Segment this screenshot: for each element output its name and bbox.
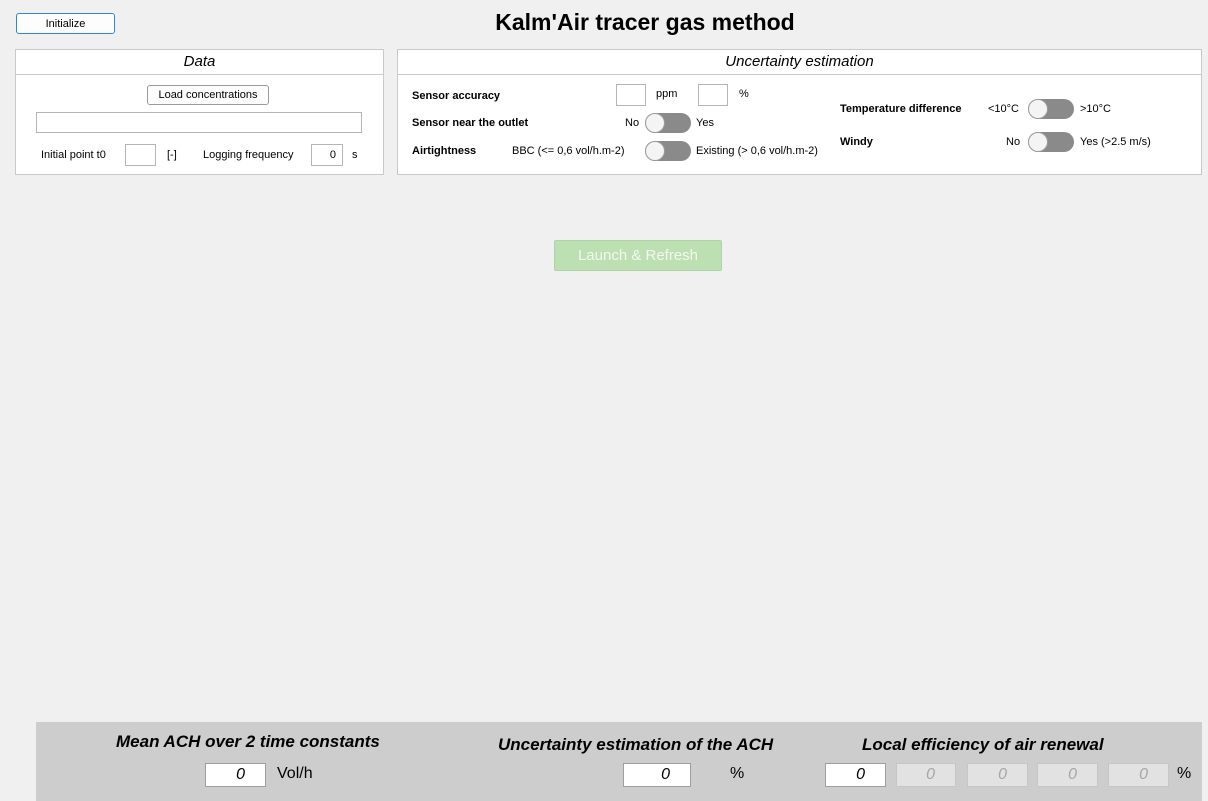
local-efficiency-value-2: 0: [896, 763, 956, 787]
logging-frequency-label: Logging frequency: [203, 149, 294, 161]
uncertainty-panel: Uncertainty estimation Sensor accuracy p…: [397, 49, 1202, 175]
local-efficiency-value-1: 0: [825, 763, 886, 787]
local-efficiency-title: Local efficiency of air renewal: [862, 735, 1104, 754]
uncertainty-ach-unit: %: [730, 765, 745, 782]
local-efficiency-unit: %: [1177, 765, 1192, 782]
airtightness-label: Airtightness: [412, 145, 477, 157]
initial-point-input[interactable]: [125, 144, 156, 166]
sensor-accuracy-ppm-input[interactable]: [616, 84, 646, 106]
logging-frequency-unit: s: [352, 149, 358, 161]
temperature-difference-label: Temperature difference: [840, 103, 962, 115]
airtightness-existing-label: Existing (> 0,6 vol/h.m-2): [696, 145, 818, 157]
sensor-outlet-no-label: No: [625, 117, 640, 129]
windy-no-label: No: [1006, 136, 1021, 148]
sensor-accuracy-label: Sensor accuracy: [412, 90, 501, 102]
local-efficiency-value-4: 0: [1037, 763, 1098, 787]
toggle-knob: [645, 113, 665, 133]
uncertainty-ach-value: 0: [623, 763, 691, 787]
sensor-outlet-yes-label: Yes: [696, 117, 714, 129]
mean-ach-title: Mean ACH over 2 time constants: [116, 732, 380, 751]
page-title: Kalm'Air tracer gas method: [495, 9, 795, 35]
temperature-difference-toggle[interactable]: [1028, 99, 1074, 119]
data-panel-title: Data: [16, 50, 383, 75]
sensor-accuracy-ppm-unit: ppm: [656, 88, 678, 100]
airtightness-toggle[interactable]: [645, 141, 691, 161]
toggle-knob: [1028, 132, 1048, 152]
windy-yes-label: Yes (>2.5 m/s): [1080, 136, 1151, 148]
temperature-low-label: <10°C: [988, 103, 1020, 115]
sensor-accuracy-percent-unit: %: [739, 88, 749, 100]
windy-toggle[interactable]: [1028, 132, 1074, 152]
mean-ach-unit: Vol/h: [277, 765, 313, 782]
toggle-knob: [1028, 99, 1048, 119]
uncertainty-ach-title: Uncertainty estimation of the ACH: [498, 735, 774, 754]
file-path-field[interactable]: [36, 112, 362, 133]
airtightness-bbc-label: BBC (<= 0,6 vol/h.m-2): [512, 145, 625, 157]
logging-frequency-input[interactable]: 0: [311, 144, 343, 166]
toggle-knob: [645, 141, 665, 161]
initial-point-label: Initial point t0: [41, 149, 106, 161]
initial-point-unit: [-]: [167, 149, 177, 161]
sensor-accuracy-percent-input[interactable]: [698, 84, 728, 106]
launch-refresh-button[interactable]: Launch & Refresh: [554, 240, 722, 271]
sensor-outlet-label: Sensor near the outlet: [412, 117, 529, 129]
mean-ach-value: 0: [205, 763, 266, 787]
results-bar: Mean ACH over 2 time constants 0 Vol/h U…: [36, 722, 1202, 801]
local-efficiency-value-5: 0: [1108, 763, 1169, 787]
temperature-high-label: >10°C: [1080, 103, 1112, 115]
local-efficiency-value-3: 0: [967, 763, 1028, 787]
load-concentrations-button[interactable]: Load concentrations: [147, 85, 269, 105]
sensor-outlet-toggle[interactable]: [645, 113, 691, 133]
data-panel: Data Load concentrations Initial point t…: [15, 49, 384, 175]
uncertainty-panel-title: Uncertainty estimation: [398, 50, 1201, 75]
windy-label: Windy: [840, 136, 873, 148]
